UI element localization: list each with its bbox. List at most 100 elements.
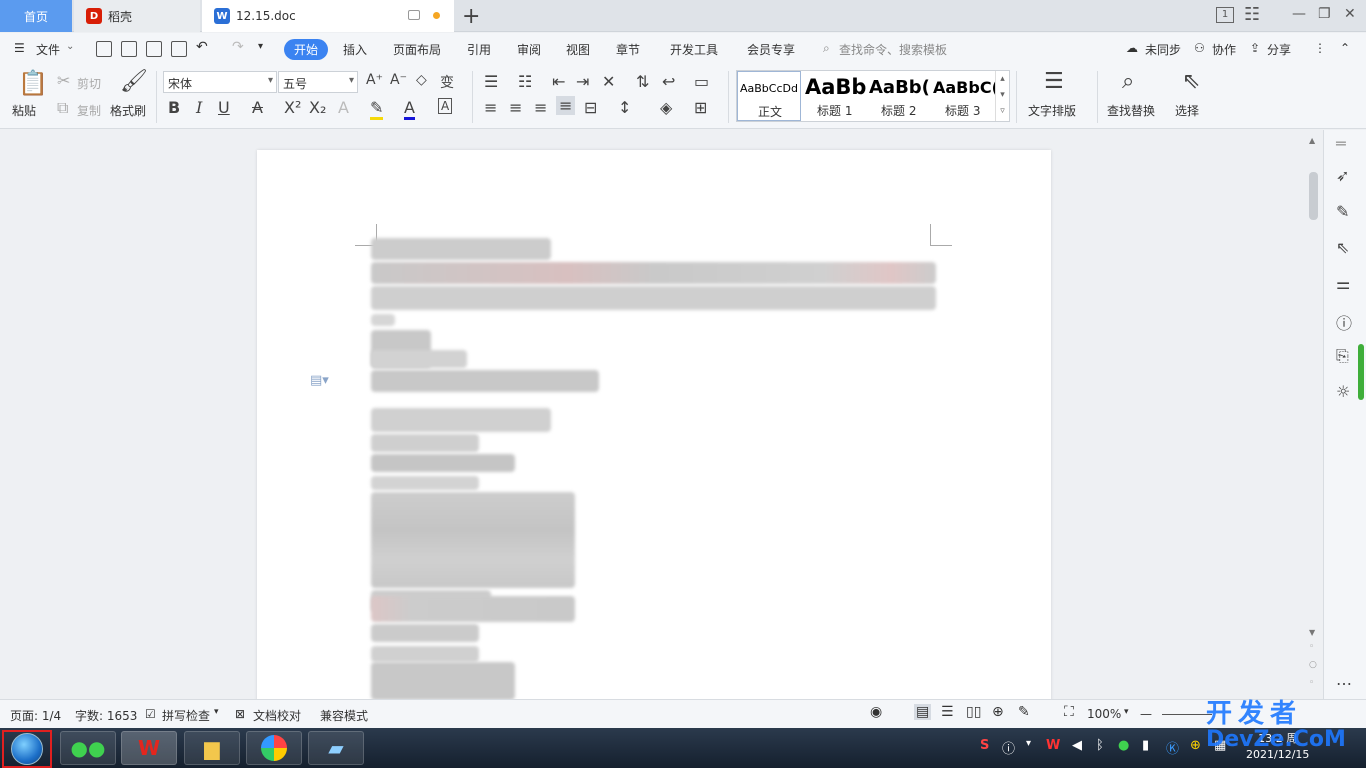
- justify-icon[interactable]: ≡: [556, 96, 576, 115]
- account-badge[interactable]: 1: [1216, 7, 1234, 23]
- italic-icon[interactable]: I: [196, 98, 202, 117]
- shrink-font-icon[interactable]: A⁻: [390, 72, 407, 88]
- paste-icon[interactable]: 📋: [18, 69, 48, 97]
- shading-icon[interactable]: ◈: [660, 98, 672, 117]
- taskbar-notepad[interactable]: ▰: [308, 731, 364, 765]
- fit-page-icon[interactable]: ⛶: [1064, 704, 1074, 720]
- find-replace-button[interactable]: 查找替换: [1107, 102, 1155, 119]
- command-search-input[interactable]: 查找命令、搜索模板: [839, 41, 947, 58]
- tab-member[interactable]: 会员专享: [747, 41, 795, 58]
- tab-page-layout[interactable]: 页面布局: [393, 41, 441, 58]
- minimize-icon[interactable]: —: [1292, 6, 1306, 22]
- select-browse-icon[interactable]: ○: [1309, 660, 1317, 670]
- tab-start[interactable]: 开始: [284, 39, 329, 60]
- sogou-icon[interactable]: S: [980, 738, 989, 753]
- zoom-level[interactable]: 100%: [1087, 707, 1121, 721]
- font-name-select[interactable]: 宋体: [163, 71, 277, 93]
- avatar[interactable]: ☷: [1244, 4, 1260, 25]
- close-icon[interactable]: ✕: [1344, 6, 1356, 22]
- tab-stop-icon[interactable]: ▭: [694, 72, 709, 91]
- wechat-tray-icon[interactable]: ●: [1118, 738, 1129, 753]
- font-size-select[interactable]: 五号: [278, 71, 358, 93]
- quick-access-dropdown-icon[interactable]: ▾: [258, 41, 263, 52]
- rocket-icon[interactable]: ➶: [1336, 166, 1349, 185]
- chevron-down-icon[interactable]: ▾: [214, 707, 219, 717]
- text-layout-icon[interactable]: ☰: [1044, 69, 1064, 94]
- document-page[interactable]: [257, 150, 1051, 699]
- char-border-icon[interactable]: A: [438, 98, 453, 114]
- k-tray-icon[interactable]: Ⓚ: [1166, 738, 1179, 757]
- chinese-layout-icon[interactable]: ✕: [602, 72, 615, 91]
- doc-proof-button[interactable]: 文档校对: [253, 707, 301, 724]
- style-heading-3[interactable]: AaBbC( 标题 3: [933, 71, 995, 121]
- prev-page-icon[interactable]: ◦: [1309, 642, 1314, 652]
- taskbar-explorer[interactable]: ▆: [184, 731, 240, 765]
- sync-status[interactable]: 未同步: [1145, 41, 1181, 58]
- scroll-thumb[interactable]: [1309, 172, 1318, 220]
- print-icon[interactable]: [146, 41, 162, 57]
- write-view-icon[interactable]: ✎: [1018, 704, 1030, 720]
- text-layout-button[interactable]: 文字排版: [1028, 102, 1076, 119]
- help-tray-icon[interactable]: ⓘ: [1002, 738, 1015, 757]
- document-workspace[interactable]: ▤▾ ▲ ▼ ◦ ○ ◦: [0, 130, 1366, 699]
- style-heading-1[interactable]: AaBb 标题 1: [803, 71, 867, 121]
- page-view-icon[interactable]: ▤: [914, 704, 932, 720]
- font-color-icon[interactable]: A: [404, 98, 415, 120]
- checkbox-icon[interactable]: ☑: [145, 707, 156, 721]
- bluetooth-icon[interactable]: ᛒ: [1096, 738, 1104, 753]
- clear-format-icon[interactable]: ◇: [416, 72, 427, 88]
- superscript-icon[interactable]: X²: [284, 98, 301, 117]
- tab-document[interactable]: W 12.15.doc: [202, 0, 454, 32]
- tab-insert[interactable]: 插入: [343, 41, 367, 58]
- page-count[interactable]: 页面: 1/4: [10, 707, 61, 724]
- word-count[interactable]: 字数: 1653: [75, 707, 137, 724]
- translate-icon[interactable]: ⎘: [1336, 346, 1349, 366]
- plus-tray-icon[interactable]: ⊕: [1190, 738, 1201, 753]
- export-pdf-icon[interactable]: [121, 41, 137, 57]
- volume-icon[interactable]: ◀: [1072, 738, 1082, 753]
- more-vertical-icon[interactable]: ⋮: [1314, 41, 1326, 55]
- format-painter-icon[interactable]: 🖌: [120, 69, 148, 94]
- format-painter-button[interactable]: 格式刷: [110, 102, 146, 119]
- align-left-icon[interactable]: ≡: [484, 98, 497, 117]
- paragraph-menu-icon[interactable]: ▤▾: [310, 373, 329, 388]
- eye-icon[interactable]: ◉: [870, 704, 882, 720]
- device-icon[interactable]: ▮: [1142, 738, 1149, 753]
- tab-home[interactable]: 首页: [0, 0, 72, 32]
- style-heading-2[interactable]: AaBb( 标题 2: [869, 71, 933, 121]
- styles-scroll[interactable]: ▴ ▾ ▿: [995, 71, 1009, 121]
- collab-button[interactable]: 协作: [1212, 41, 1236, 58]
- distribute-icon[interactable]: ⊟: [584, 98, 597, 117]
- taskbar-browser[interactable]: [246, 731, 302, 765]
- highlight-icon[interactable]: ✎: [370, 98, 384, 120]
- show-marks-icon[interactable]: ↩: [662, 72, 675, 91]
- chevron-down-icon[interactable]: ▾: [1124, 707, 1129, 717]
- wps-tray-icon[interactable]: W: [1046, 738, 1060, 753]
- menu-icon[interactable]: ☰: [14, 41, 25, 55]
- taskbar-wechat[interactable]: ●●: [60, 731, 116, 765]
- strikethrough-icon[interactable]: A: [252, 98, 263, 117]
- zoom-out-icon[interactable]: —: [1140, 707, 1152, 721]
- line-spacing-icon[interactable]: ↕: [618, 98, 631, 117]
- cut-button[interactable]: 剪切: [77, 75, 101, 92]
- style-normal[interactable]: AaBbCcDd 正文: [737, 71, 801, 121]
- cursor-icon[interactable]: ⇖: [1182, 69, 1200, 94]
- borders-icon[interactable]: ⊞: [694, 98, 707, 117]
- web-view-icon[interactable]: ⊕: [992, 704, 1004, 720]
- tray-expand-icon[interactable]: ▾: [1026, 738, 1031, 749]
- chevron-down-icon[interactable]: ⌄: [66, 41, 74, 52]
- phonetic-icon[interactable]: 变: [440, 72, 454, 92]
- tab-chapter[interactable]: 章节: [616, 41, 640, 58]
- align-center-icon[interactable]: ≡: [509, 98, 522, 117]
- decrease-indent-icon[interactable]: ⇤: [552, 72, 565, 91]
- monitor-icon[interactable]: [408, 10, 420, 20]
- restore-icon[interactable]: ❐: [1318, 6, 1331, 22]
- bulb-icon[interactable]: ☼: [1336, 382, 1350, 401]
- taskbar-wps[interactable]: W: [121, 731, 177, 765]
- bullet-list-icon[interactable]: ☰: [484, 72, 498, 91]
- next-page-icon[interactable]: ◦: [1309, 678, 1314, 688]
- print-preview-icon[interactable]: [171, 41, 187, 57]
- tab-developer[interactable]: 开发工具: [670, 41, 718, 58]
- align-right-icon[interactable]: ≡: [534, 98, 547, 117]
- new-tab-button[interactable]: +: [462, 4, 480, 29]
